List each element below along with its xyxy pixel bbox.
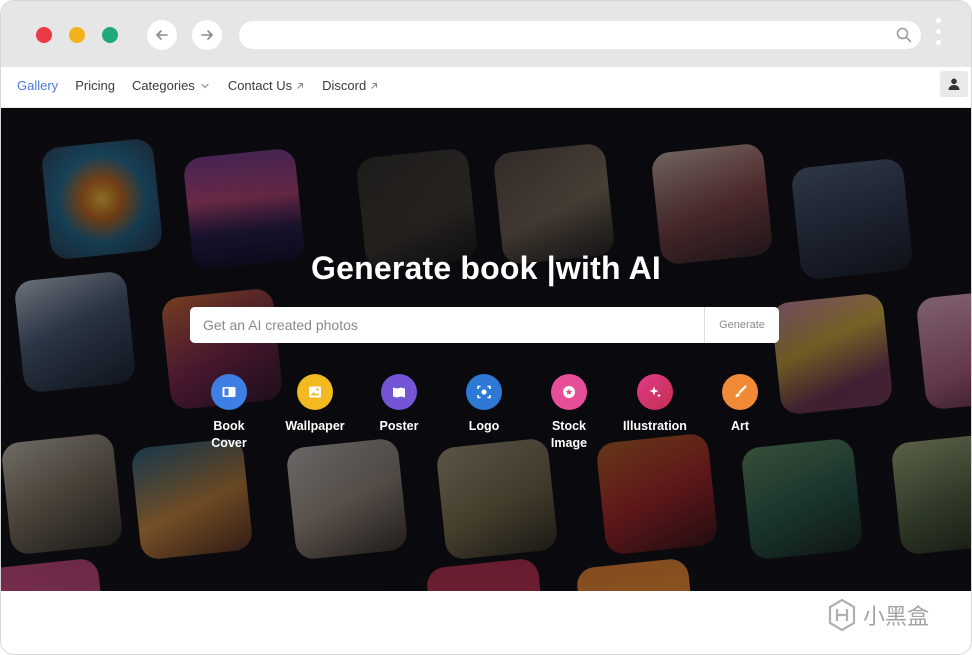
- external-link-icon: [297, 82, 304, 89]
- page-footer-area: [1, 591, 971, 654]
- nav-pricing[interactable]: Pricing: [75, 78, 115, 93]
- category-wallpaper[interactable]: Wallpaper: [270, 374, 360, 435]
- arrow-left-icon: [156, 30, 168, 40]
- back-button[interactable]: [147, 20, 177, 50]
- browser-toolbar: [1, 1, 971, 67]
- generate-button[interactable]: Generate: [704, 307, 779, 343]
- external-link-icon: [371, 82, 378, 89]
- chevron-down-icon: [201, 83, 209, 88]
- star-icon: [551, 374, 587, 410]
- poster-icon: [381, 374, 417, 410]
- category-art[interactable]: Art: [695, 374, 785, 435]
- site-navbar: Gallery Pricing Categories Contact Us Di…: [1, 67, 971, 108]
- forward-button[interactable]: [192, 20, 222, 50]
- maximize-window-button[interactable]: [102, 27, 118, 43]
- user-account-button[interactable]: [940, 71, 968, 97]
- minimize-window-button[interactable]: [69, 27, 85, 43]
- arrow-right-icon: [201, 30, 213, 40]
- logo-scan-icon: [466, 374, 502, 410]
- category-shortcuts: Book Cover Wallpaper Poster Logo Stock I…: [1, 374, 971, 464]
- nav-discord[interactable]: Discord: [322, 78, 379, 93]
- category-illustration[interactable]: Illustration: [610, 374, 700, 435]
- sparkle-icon: [637, 374, 673, 410]
- category-book-cover[interactable]: Book Cover: [184, 374, 274, 452]
- browser-window: Gallery Pricing Categories Contact Us Di…: [0, 0, 972, 655]
- category-poster[interactable]: Poster: [354, 374, 444, 435]
- user-icon: [948, 78, 960, 90]
- search-icon: [896, 27, 912, 43]
- nav-categories[interactable]: Categories: [132, 78, 211, 93]
- watermark-logo: 小黑盒: [827, 598, 929, 632]
- book-icon: [211, 374, 247, 410]
- brush-icon: [722, 374, 758, 410]
- nav-gallery[interactable]: Gallery: [17, 78, 58, 93]
- nav-contact-us[interactable]: Contact Us: [228, 78, 305, 93]
- hero-headline: Generate book |with AI: [311, 250, 661, 286]
- hero-overlay: [1, 108, 971, 591]
- browser-menu-icon[interactable]: [936, 18, 942, 51]
- image-icon: [297, 374, 333, 410]
- category-stock-image[interactable]: Stock Image: [524, 374, 614, 452]
- prompt-search-bar: Generate: [190, 307, 779, 343]
- close-window-button[interactable]: [36, 27, 52, 43]
- category-logo[interactable]: Logo: [439, 374, 529, 435]
- hero-section: Generate book |with AI Generate Book Cov…: [1, 108, 971, 591]
- heybox-logo-icon: [828, 598, 856, 632]
- address-bar[interactable]: [239, 21, 921, 49]
- prompt-input[interactable]: [190, 307, 704, 343]
